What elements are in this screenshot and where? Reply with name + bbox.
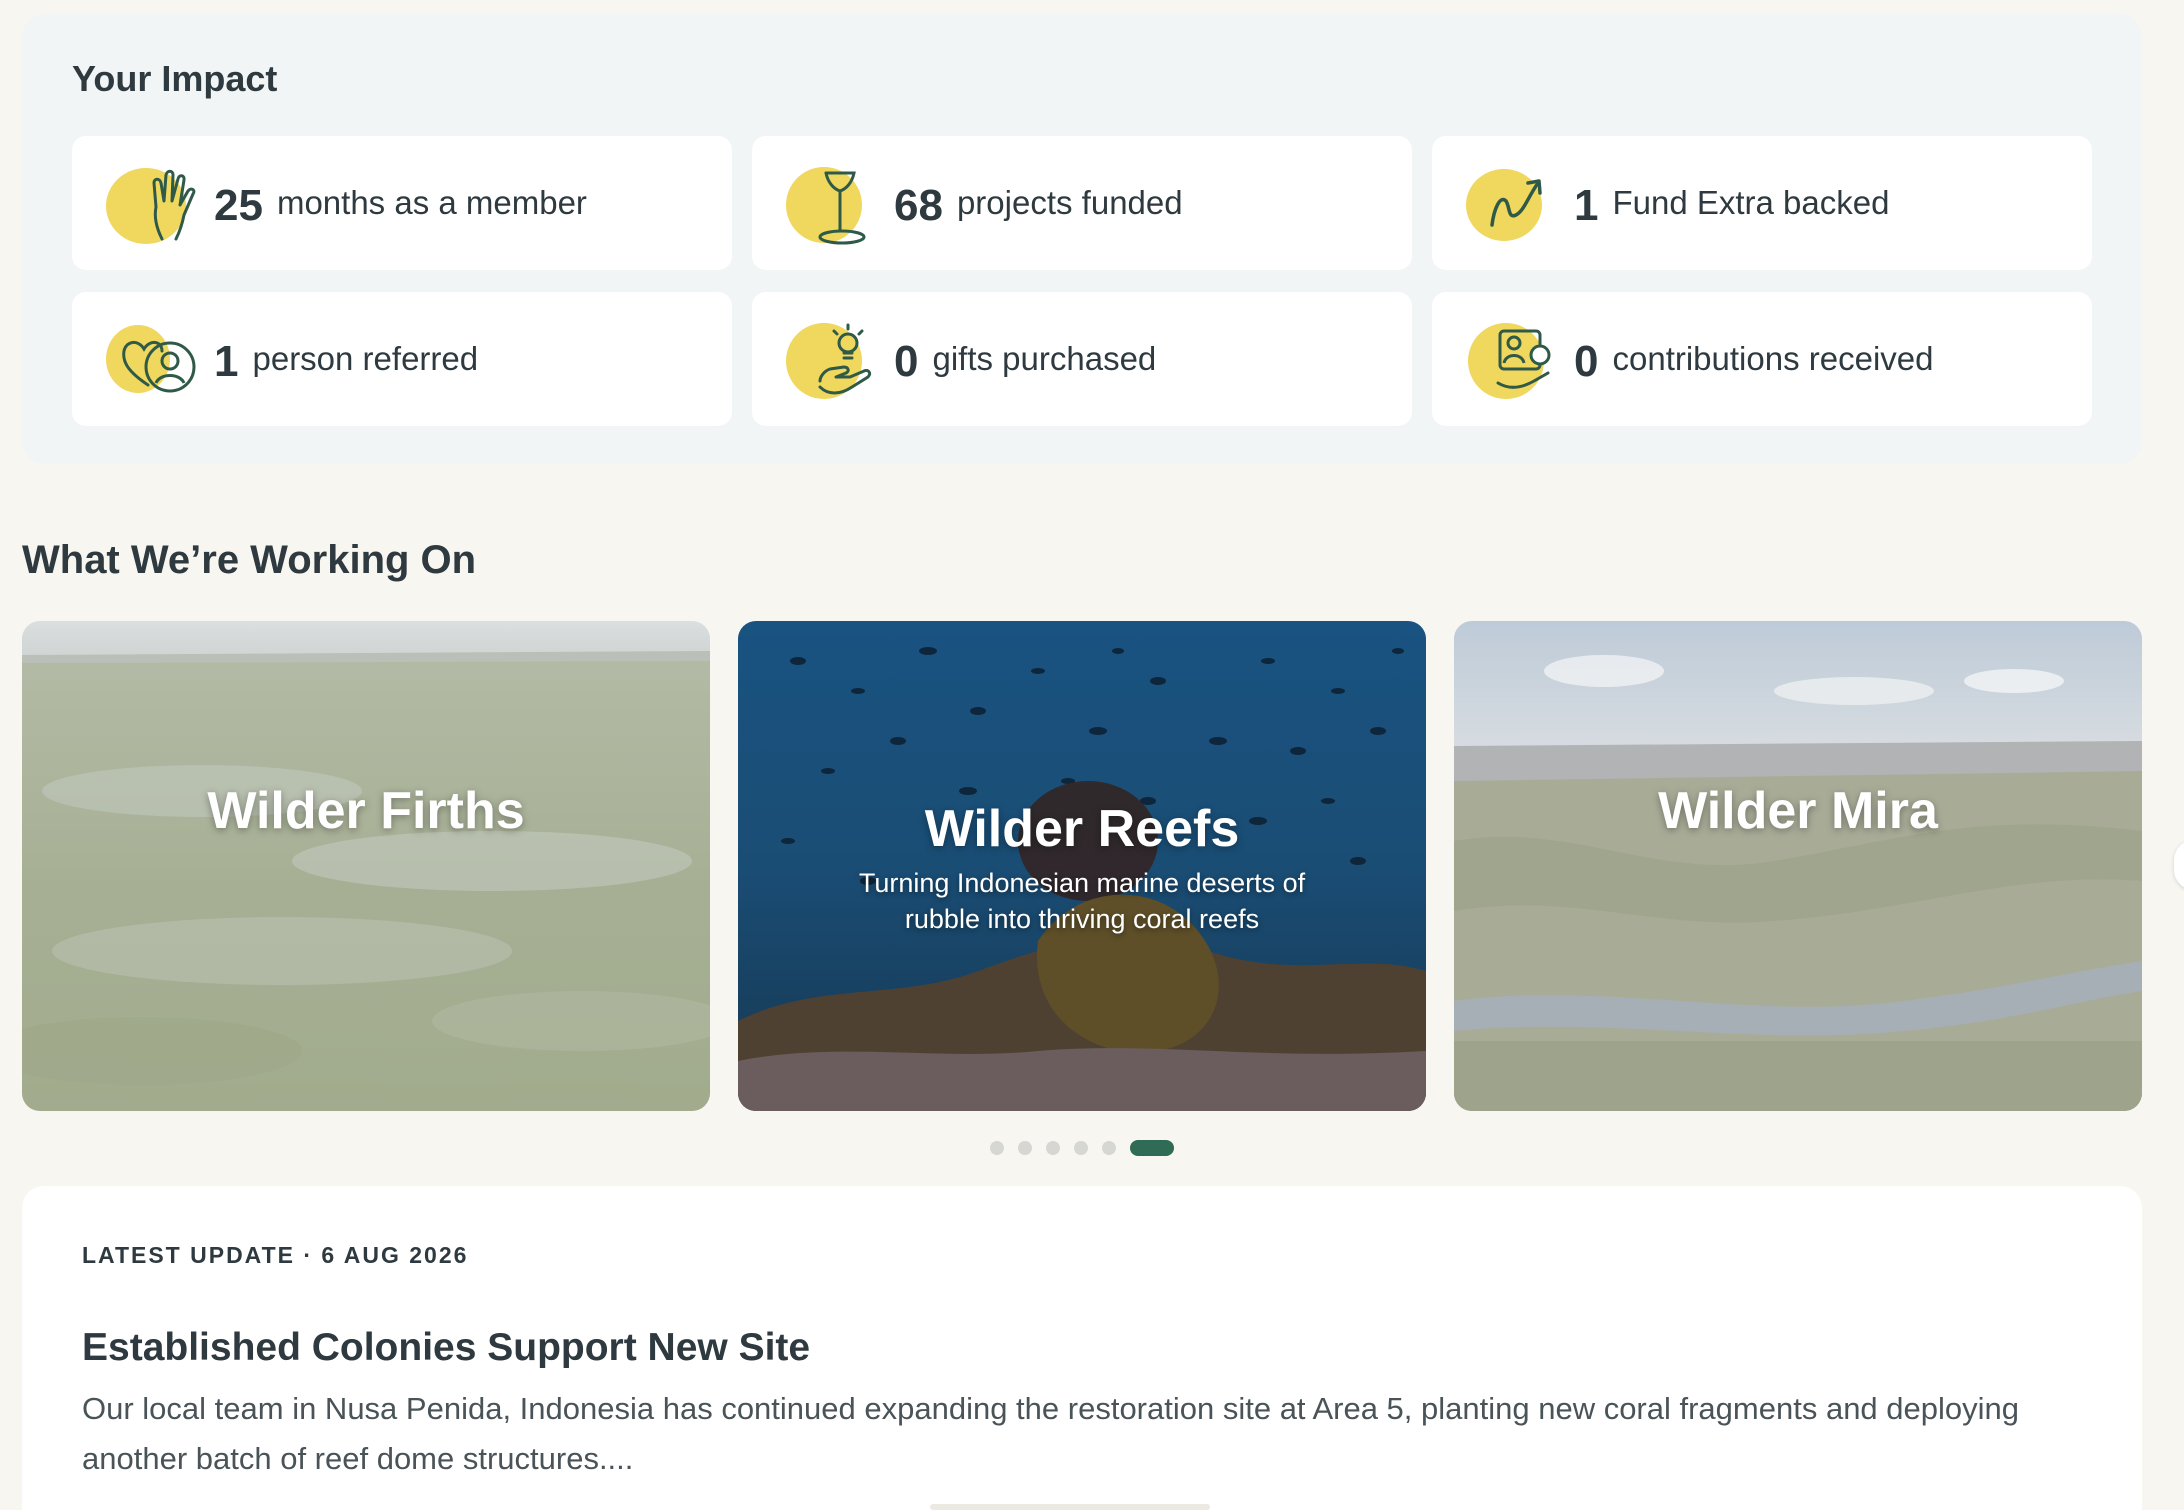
- section-title-working-on: What We’re Working On: [22, 538, 477, 582]
- growth-arrow-icon: [1464, 161, 1560, 247]
- stat-text: 1 person referred: [214, 292, 478, 426]
- stat-card-projects: 68 projects funded: [752, 136, 1412, 270]
- stat-number: 1: [214, 337, 239, 386]
- stat-label: projects funded: [956, 184, 1183, 221]
- stat-label: person referred: [252, 340, 479, 377]
- carousel-dot[interactable]: [990, 1141, 1004, 1155]
- stat-number: 0: [1574, 337, 1599, 386]
- impact-panel: Your Impact 25 months as a member 68 pro…: [22, 14, 2142, 464]
- carousel-next-handle[interactable]: [2174, 840, 2184, 890]
- stat-number: 0: [894, 337, 919, 386]
- stat-card-months: 25 months as a member: [72, 136, 732, 270]
- project-title: Wilder Reefs: [924, 800, 1240, 858]
- heart-person-icon: [104, 317, 200, 403]
- stat-text: 0 gifts purchased: [894, 292, 1156, 426]
- project-title: Wilder Firths: [207, 782, 525, 840]
- project-title: Wilder Mira: [1658, 782, 1938, 840]
- stat-text: 0 contributions received: [1574, 292, 1934, 426]
- project-card-mira[interactable]: Wilder Mira: [1454, 621, 2142, 1111]
- update-body: Our local team in Nusa Penida, Indonesia…: [82, 1391, 2020, 1476]
- project-description: Turning Indonesian marine deserts of rub…: [858, 868, 1306, 934]
- latest-update-card[interactable]: LATEST UPDATE · 6 AUG 2026 Established C…: [22, 1186, 2142, 1510]
- carousel-dot-active[interactable]: [1130, 1140, 1174, 1156]
- stat-label: Fund Extra backed: [1612, 184, 1890, 221]
- carousel-dot[interactable]: [1102, 1141, 1116, 1155]
- stat-label: gifts purchased: [932, 340, 1157, 377]
- sapling-stake-icon: [784, 161, 880, 247]
- stat-card-referred: 1 person referred: [72, 292, 732, 426]
- carousel-pagination: [990, 1140, 1174, 1156]
- stat-number: 68: [894, 181, 943, 230]
- person-pound-icon: [1464, 317, 1560, 403]
- inactive-overlay: [22, 621, 710, 1111]
- stat-card-fund-extra: 1 Fund Extra backed: [1432, 136, 2092, 270]
- update-title[interactable]: Established Colonies Support New Site: [82, 1326, 810, 1370]
- stat-card-contributions: 0 contributions received: [1432, 292, 2092, 426]
- stat-label: months as a member: [276, 184, 587, 221]
- carousel-dot[interactable]: [1046, 1141, 1060, 1155]
- inactive-overlay: [1454, 621, 2142, 1111]
- stat-number: 25: [214, 181, 263, 230]
- scroll-indicator: [930, 1504, 1210, 1510]
- stat-text: 1 Fund Extra backed: [1574, 136, 1889, 270]
- hand-icon: [104, 161, 200, 247]
- stat-number: 1: [1574, 181, 1599, 230]
- project-card-firths[interactable]: Wilder Firths: [22, 621, 710, 1111]
- carousel-dot[interactable]: [1074, 1141, 1088, 1155]
- stat-label: contributions received: [1612, 340, 1934, 377]
- hand-lightbulb-icon: [784, 317, 880, 403]
- stat-card-gifts: 0 gifts purchased: [752, 292, 1412, 426]
- impact-title: Your Impact: [72, 58, 278, 99]
- update-meta: LATEST UPDATE · 6 AUG 2026: [82, 1242, 469, 1268]
- project-card-reefs[interactable]: Wilder Reefs Turning Indonesian marine d…: [738, 621, 1426, 1111]
- carousel-dot[interactable]: [1018, 1141, 1032, 1155]
- stat-text: 68 projects funded: [894, 136, 1183, 270]
- stat-text: 25 months as a member: [214, 136, 587, 270]
